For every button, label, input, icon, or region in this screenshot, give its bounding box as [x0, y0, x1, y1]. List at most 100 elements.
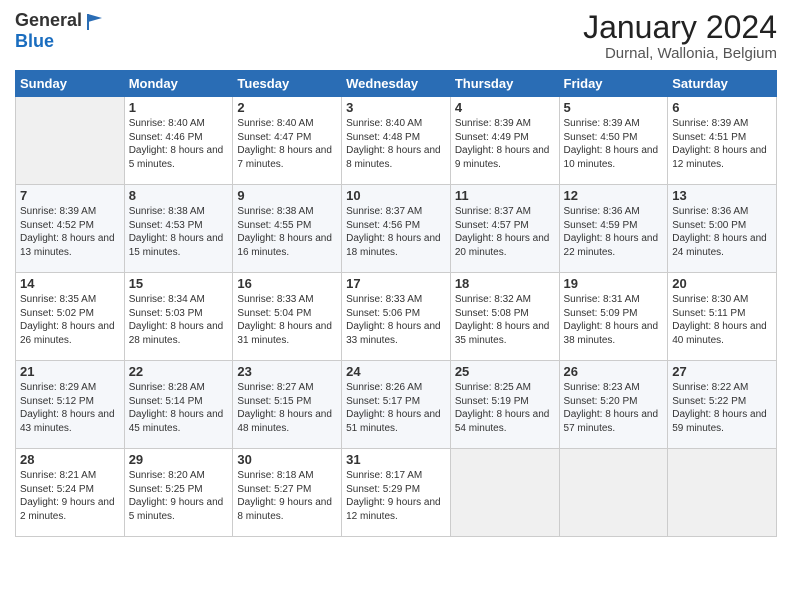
calendar-cell: 3 Sunrise: 8:40 AMSunset: 4:48 PMDaylight…	[342, 97, 451, 185]
calendar-cell: 27Sunrise: 8:22 AMSunset: 5:22 PMDayligh…	[668, 361, 777, 449]
daylight-text: Daylight: 8 hours and 22 minutes.	[564, 233, 659, 258]
day-number: 12	[564, 188, 664, 203]
sunrise-text: Sunrise: 8:31 AM	[564, 294, 640, 305]
day-info: Sunrise: 8:34 AMSunset: 5:03 PMDaylight:…	[129, 293, 229, 347]
sunset-text: Sunset: 5:22 PM	[672, 396, 746, 407]
day-info: Sunrise: 8:20 AMSunset: 5:25 PMDaylight:…	[129, 469, 229, 523]
calendar-cell: 18 Sunrise: 8:32 AM Sunset: 5:08 PM Dayligh…	[450, 273, 559, 361]
daylight-text: Daylight: 8 hours and 43 minutes.	[20, 409, 115, 434]
sunrise-text: Sunrise: 8:26 AM	[346, 382, 422, 393]
sunrise-text: Sunrise: 8:18 AM	[237, 470, 313, 481]
calendar-cell	[559, 449, 668, 537]
logo-line1: General	[15, 10, 106, 32]
daylight-text: Daylight: 8 hours and 51 minutes.	[346, 409, 441, 434]
sunrise-text: Sunrise: 8:23 AM	[564, 382, 640, 393]
calendar-week-row: 28 Sunrise: 8:21 AM Sunset: 5:24 PM Dayligh…	[16, 449, 777, 537]
day-info: Sunrise: 8:36 AMSunset: 4:59 PMDaylight:…	[564, 205, 664, 259]
day-number: 16	[237, 276, 337, 291]
day-number: 23	[237, 364, 337, 379]
day-number: 20	[672, 276, 772, 291]
sunrise-text: Sunrise: 8:40 AM	[237, 118, 313, 129]
day-number: 14	[20, 276, 120, 291]
sunset-text: Sunset: 5:00 PM	[672, 220, 746, 231]
sunrise-text: Sunrise: 8:17 AM	[346, 470, 422, 481]
daylight-text: Daylight: 8 hours and 35 minutes.	[455, 321, 550, 346]
day-info: Sunrise: 8:38 AMSunset: 4:55 PMDaylight:…	[237, 205, 337, 259]
calendar-cell	[16, 97, 125, 185]
day-info: Sunrise: 8:30 AMSunset: 5:11 PMDaylight:…	[672, 293, 772, 347]
sunrise-text: Sunrise: 8:22 AM	[672, 382, 748, 393]
daylight-text: Daylight: 8 hours and 24 minutes.	[672, 233, 767, 258]
sunset-text: Sunset: 5:08 PM	[455, 308, 529, 319]
day-number: 24	[346, 364, 446, 379]
calendar-cell: 28Sunrise: 8:21 AMSunset: 5:24 PMDayligh…	[16, 449, 125, 537]
day-info: Sunrise: 8:39 AMSunset: 4:51 PMDaylight:…	[672, 117, 772, 171]
col-header-saturday: Saturday	[668, 71, 777, 97]
calendar-cell: 21Sunrise: 8:29 AMSunset: 5:12 PMDayligh…	[16, 361, 125, 449]
daylight-text: Daylight: 8 hours and 45 minutes.	[129, 409, 224, 434]
day-number: 5	[564, 100, 664, 115]
sunrise-text: Sunrise: 8:35 AM	[20, 294, 96, 305]
day-number: 11	[455, 188, 555, 203]
sunset-text: Sunset: 5:09 PM	[564, 308, 638, 319]
calendar-cell: 25Sunrise: 8:25 AMSunset: 5:19 PMDayligh…	[450, 361, 559, 449]
calendar-header-row: SundayMondayTuesdayWednesdayThursdayFrid…	[16, 71, 777, 97]
sunrise-text: Sunrise: 8:27 AM	[237, 382, 313, 393]
col-header-friday: Friday	[559, 71, 668, 97]
sunset-text: Sunset: 5:02 PM	[20, 308, 94, 319]
day-number: 28	[20, 452, 120, 467]
calendar-cell: 22Sunrise: 8:28 AMSunset: 5:14 PMDayligh…	[124, 361, 233, 449]
sunset-text: Sunset: 5:19 PM	[455, 396, 529, 407]
day-info: Sunrise: 8:32 AM Sunset: 5:08 PM Daylight:…	[455, 293, 555, 347]
day-info: Sunrise: 8:18 AMSunset: 5:27 PMDaylight:…	[237, 469, 337, 523]
day-number: 18	[455, 276, 555, 291]
sunrise-text: Sunrise: 8:39 AM	[564, 118, 640, 129]
sunset-text: Sunset: 5:20 PM	[564, 396, 638, 407]
calendar-cell	[668, 449, 777, 537]
sunrise-text: Sunrise: 8:38 AM	[129, 206, 205, 217]
day-info: Sunrise: 8:29 AMSunset: 5:12 PMDaylight:…	[20, 381, 120, 435]
calendar-cell: 20 Sunrise: 8:30 AMSunset: 5:11 PMDayligh…	[668, 273, 777, 361]
calendar-cell: 10Sunrise: 8:37 AMSunset: 4:56 PMDayligh…	[342, 185, 451, 273]
sunrise-text: Sunrise: 8:28 AM	[129, 382, 205, 393]
day-info: Sunrise: 8:28 AMSunset: 5:14 PMDaylight:…	[129, 381, 229, 435]
sunset-text: Sunset: 5:24 PM	[20, 484, 94, 495]
day-number: 3	[346, 100, 446, 115]
day-number: 8	[129, 188, 229, 203]
calendar-cell: 1Sunrise: 8:40 AMSunset: 4:46 PMDaylight…	[124, 97, 233, 185]
day-number: 30	[237, 452, 337, 467]
daylight-text: Daylight: 8 hours and 13 minutes.	[20, 233, 115, 258]
logo-blue: Blue	[15, 31, 54, 51]
calendar-cell: 12 Sunrise: 8:36 AMSunset: 4:59 PMDayligh…	[559, 185, 668, 273]
sunrise-text: Sunrise: 8:32 AM	[455, 294, 531, 305]
sunset-text: Sunset: 4:56 PM	[346, 220, 420, 231]
sunrise-text: Sunrise: 8:40 AM	[129, 118, 205, 129]
day-info: Sunrise: 8:17 AMSunset: 5:29 PMDaylight:…	[346, 469, 446, 523]
daylight-text: Daylight: 9 hours and 5 minutes.	[129, 497, 224, 522]
calendar-week-row: 7Sunrise: 8:39 AMSunset: 4:52 PMDaylight…	[16, 185, 777, 273]
sunrise-text: Sunrise: 8:39 AM	[672, 118, 748, 129]
sunrise-text: Sunrise: 8:37 AM	[455, 206, 531, 217]
calendar-cell: 16Sunrise: 8:33 AMSunset: 5:04 PMDayligh…	[233, 273, 342, 361]
day-info: Sunrise: 8:40 AMSunset: 4:48 PMDaylight:…	[346, 117, 446, 171]
daylight-text: Daylight: 8 hours and 57 minutes.	[564, 409, 659, 434]
day-number: 13	[672, 188, 772, 203]
calendar-cell: 26Sunrise: 8:23 AMSunset: 5:20 PMDayligh…	[559, 361, 668, 449]
sunset-text: Sunset: 5:25 PM	[129, 484, 203, 495]
day-number: 19	[564, 276, 664, 291]
day-info: Sunrise: 8:39 AMSunset: 4:49 PMDaylight:…	[455, 117, 555, 171]
day-info: Sunrise: 8:22 AM Sunset: 5:22 PM Daylight:…	[672, 381, 772, 435]
sunset-text: Sunset: 4:57 PM	[455, 220, 529, 231]
location-title: Durnal, Wallonia, Belgium	[583, 45, 777, 62]
sunset-text: Sunset: 5:04 PM	[237, 308, 311, 319]
title-block: January 2024 Durnal, Wallonia, Belgium	[583, 10, 777, 62]
daylight-text: Daylight: 8 hours and 15 minutes.	[129, 233, 224, 258]
sunrise-text: Sunrise: 8:37 AM	[346, 206, 422, 217]
day-info: Sunrise: 8:38 AMSunset: 4:53 PMDaylight:…	[129, 205, 229, 259]
sunrise-text: Sunrise: 8:25 AM	[455, 382, 531, 393]
sunrise-text: Sunrise: 8:33 AM	[346, 294, 422, 305]
calendar-cell: 5Sunrise: 8:39 AMSunset: 4:50 PMDaylight…	[559, 97, 668, 185]
daylight-text: Daylight: 8 hours and 59 minutes.	[672, 409, 767, 434]
daylight-text: Daylight: 8 hours and 20 minutes.	[455, 233, 550, 258]
sunrise-text: Sunrise: 8:21 AM	[20, 470, 96, 481]
